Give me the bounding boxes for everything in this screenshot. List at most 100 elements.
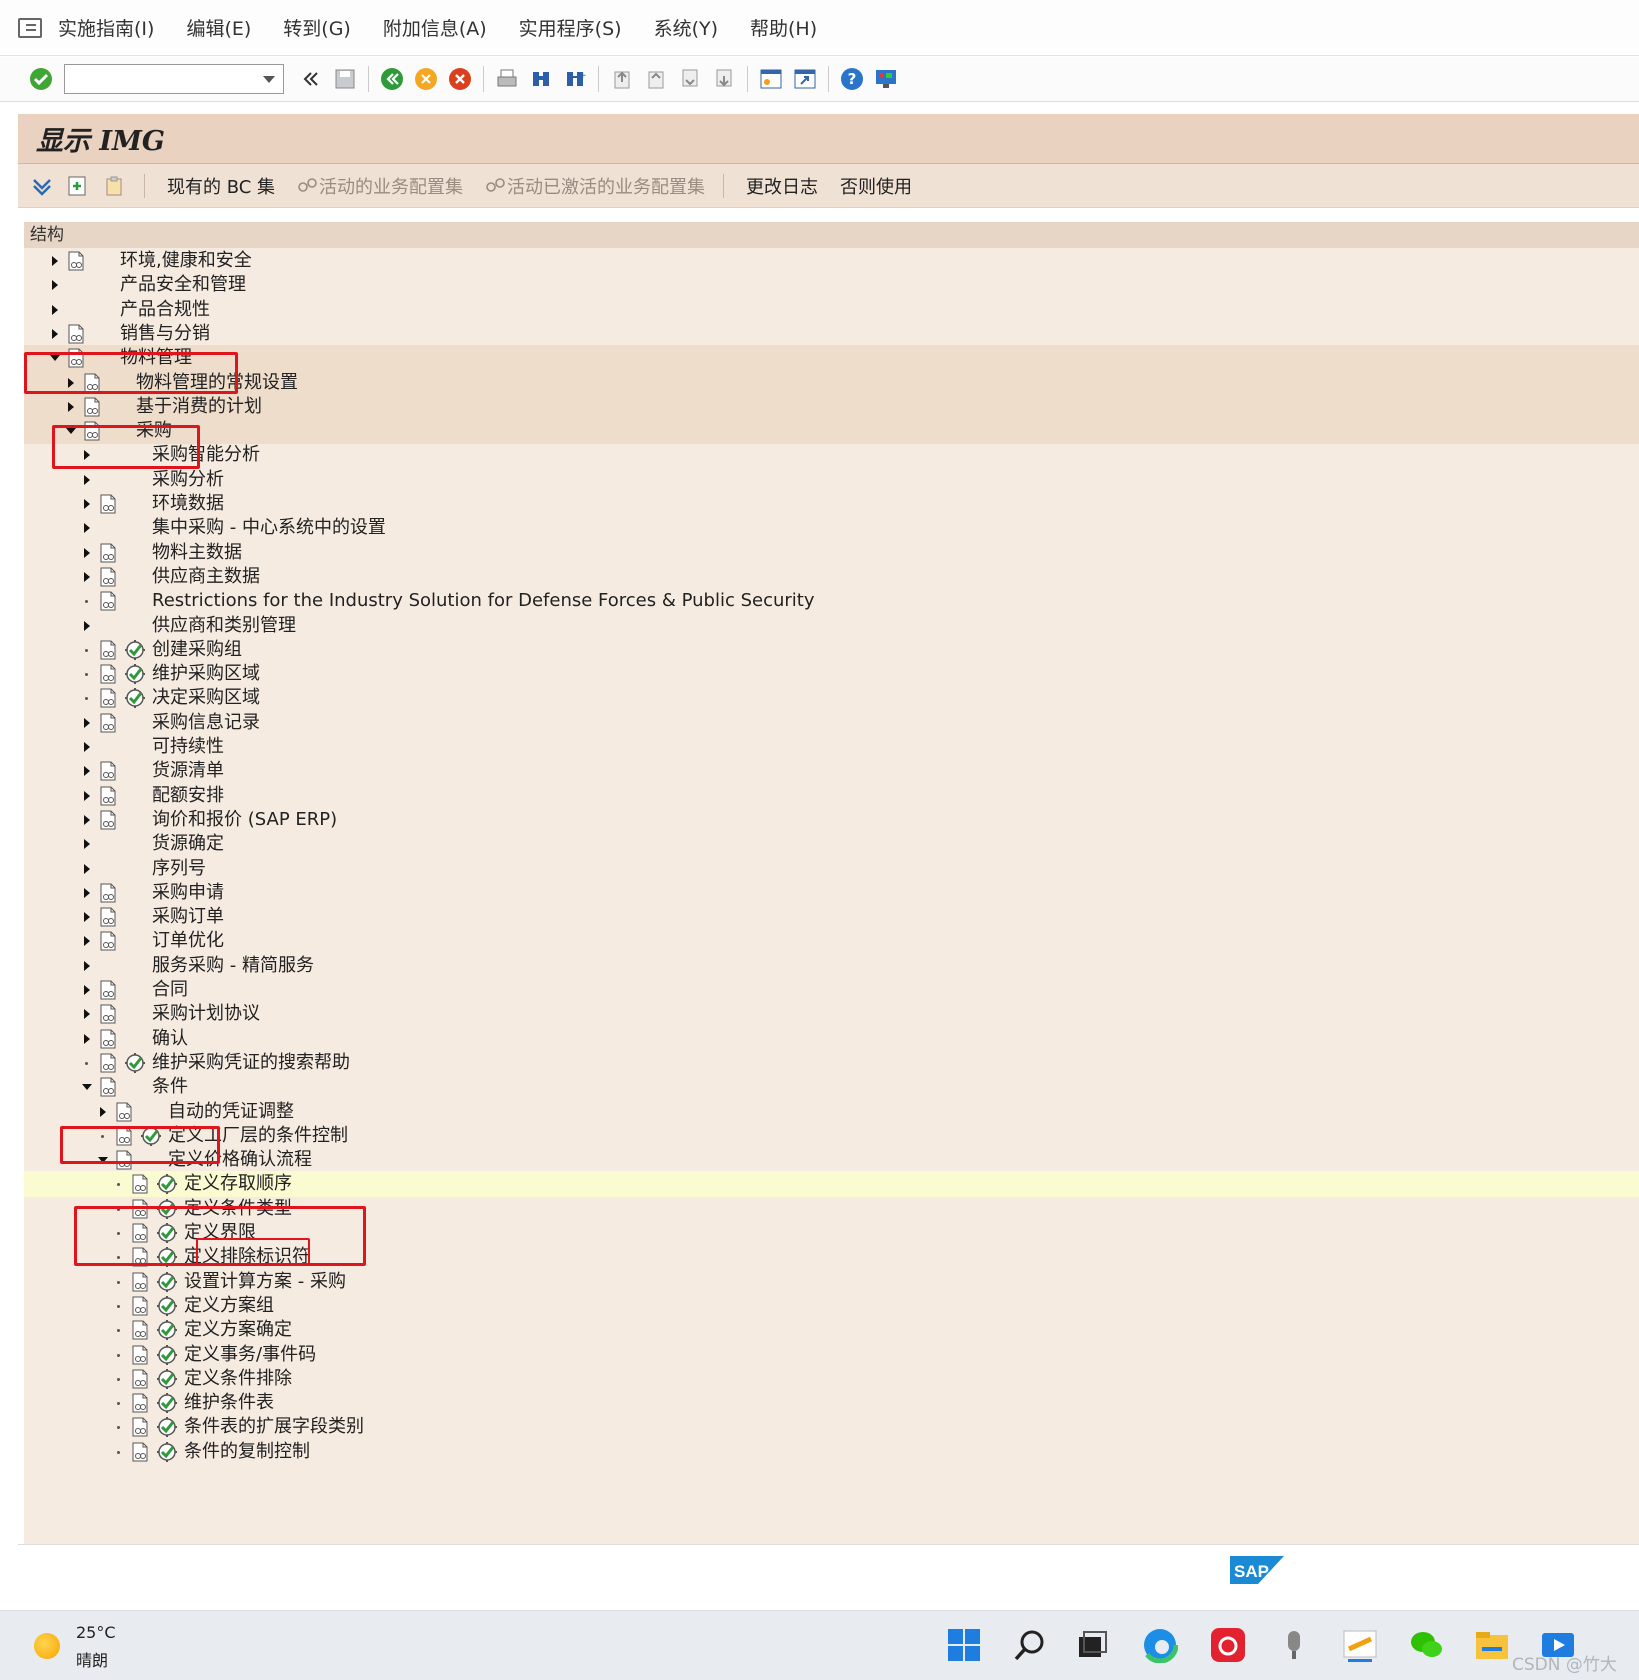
tree-row[interactable]: 自动的凭证调整 [24, 1099, 1639, 1125]
tree-row[interactable]: 询价和报价 (SAP ERP) [24, 807, 1639, 833]
expand-node-icon[interactable] [82, 450, 92, 461]
tree-node-label[interactable]: 环境,健康和安全 [120, 248, 252, 274]
expand-node-icon[interactable] [50, 256, 60, 266]
expand-node-icon[interactable] [82, 499, 92, 509]
tree-node-label[interactable]: 自动的凭证调整 [168, 1099, 294, 1125]
tree-row[interactable]: 物料主数据 [24, 540, 1639, 566]
documentation-icon[interactable] [98, 688, 118, 708]
tree-node-label[interactable]: 定义条件排除 [184, 1366, 292, 1392]
previous-page-icon[interactable] [643, 66, 669, 92]
expand-node-icon[interactable] [82, 474, 92, 485]
expand-all-icon[interactable] [30, 174, 54, 198]
tree-node-label[interactable]: 定义方案组 [184, 1293, 274, 1319]
shortcut-icon[interactable] [792, 66, 818, 92]
find-next-icon[interactable]: + [562, 66, 588, 92]
documentation-icon[interactable] [130, 1369, 150, 1389]
expand-node-icon[interactable] [98, 1106, 108, 1117]
documentation-icon[interactable] [98, 786, 118, 806]
expand-node-icon[interactable] [82, 717, 92, 728]
system-menu-icon[interactable] [18, 17, 42, 38]
tree-row[interactable]: 产品安全和管理 [24, 272, 1639, 298]
documentation-icon[interactable] [98, 543, 118, 563]
execute-activity-icon[interactable] [124, 1052, 146, 1074]
tree-row[interactable]: 条件的复制控制 [24, 1439, 1639, 1465]
help-icon[interactable]: ? [839, 66, 865, 92]
tree-node-label[interactable]: 货源清单 [152, 758, 224, 784]
tree-row[interactable]: 订单优化 [24, 928, 1639, 954]
expand-node-icon[interactable] [82, 547, 92, 558]
tree-row[interactable]: Restrictions for the Industry Solution f… [24, 588, 1639, 614]
tree-node-label[interactable]: 序列号 [152, 856, 206, 882]
tree-node-label[interactable]: 定义存取顺序 [184, 1171, 292, 1197]
tree-node-label[interactable]: 设置计算方案 - 采购 [184, 1269, 346, 1295]
enter-icon[interactable] [28, 66, 54, 92]
save-icon[interactable] [332, 66, 358, 92]
tree-node-label[interactable]: 确认 [152, 1026, 188, 1052]
expand-node-icon[interactable] [82, 936, 92, 947]
execute-activity-icon[interactable] [156, 1344, 178, 1366]
tree-node-label[interactable]: 合同 [152, 977, 188, 1003]
tree-node-label[interactable]: 创建采购组 [152, 637, 242, 663]
execute-activity-icon[interactable] [156, 1392, 178, 1414]
tree-node-label[interactable]: 采购 [136, 418, 172, 444]
tree-node-label[interactable]: 决定采购区域 [152, 685, 260, 711]
tree-node-label[interactable]: 配额安排 [152, 783, 224, 809]
documentation-icon[interactable] [114, 1126, 134, 1146]
tree-node-label[interactable]: 供应商主数据 [152, 564, 260, 590]
expand-node-icon[interactable] [66, 377, 76, 388]
tree-node-label[interactable]: 采购分析 [152, 467, 224, 493]
documentation-icon[interactable] [98, 640, 118, 660]
expand-node-icon[interactable] [82, 1009, 92, 1020]
documentation-icon[interactable] [130, 1393, 150, 1413]
documentation-icon[interactable] [130, 1442, 150, 1462]
sap-logon-icon[interactable] [1340, 1625, 1380, 1665]
tree-row[interactable]: 定义工厂层的条件控制 [24, 1123, 1639, 1149]
tree-row[interactable]: 定义方案确定 [24, 1317, 1639, 1343]
expand-node-icon[interactable] [50, 328, 60, 339]
tree-node-label[interactable]: 条件的复制控制 [184, 1439, 310, 1465]
documentation-icon[interactable] [130, 1247, 150, 1267]
expand-node-icon[interactable] [82, 839, 92, 850]
execute-activity-icon[interactable] [156, 1416, 178, 1438]
documentation-icon[interactable] [98, 591, 118, 611]
tree-node-label[interactable]: 采购申请 [152, 880, 224, 906]
menu-implementation-guide[interactable]: 实施指南(I) [58, 14, 154, 41]
tree-row[interactable]: 维护条件表 [24, 1390, 1639, 1416]
tree-node-label[interactable]: 条件表的扩展字段类别 [184, 1414, 364, 1440]
collapse-node-icon[interactable] [66, 426, 76, 436]
tree-node-label[interactable]: 定义排除标识符 [184, 1244, 310, 1270]
clipboard-icon[interactable] [102, 174, 126, 198]
documentation-icon[interactable] [114, 1150, 134, 1170]
tree-node-label[interactable]: 货源确定 [152, 831, 224, 857]
tree-node-label[interactable]: Restrictions for the Industry Solution f… [152, 588, 815, 614]
tree-row[interactable]: 服务采购 - 精简服务 [24, 953, 1639, 979]
tree-node-label[interactable]: 产品合规性 [120, 297, 210, 323]
expand-node-icon[interactable] [82, 814, 92, 825]
customize-layout-icon[interactable] [873, 66, 899, 92]
tree-row[interactable]: 可持续性 [24, 734, 1639, 760]
tree-row[interactable]: 集中采购 - 中心系统中的设置 [24, 515, 1639, 541]
menu-edit[interactable]: 编辑(E) [186, 14, 251, 41]
documentation-icon[interactable] [98, 931, 118, 951]
tree-row[interactable]: 定义方案组 [24, 1293, 1639, 1319]
collapse-node-icon[interactable] [98, 1155, 108, 1165]
tree-node-label[interactable]: 定义工厂层的条件控制 [168, 1123, 348, 1149]
tree-row[interactable]: 确认 [24, 1026, 1639, 1052]
tree-row[interactable]: 创建采购组 [24, 637, 1639, 663]
menu-system[interactable]: 系统(Y) [654, 14, 718, 41]
execute-activity-icon[interactable] [124, 687, 146, 709]
execute-activity-icon[interactable] [140, 1125, 162, 1147]
documentation-icon[interactable] [98, 810, 118, 830]
tree-row[interactable]: 定义条件排除 [24, 1366, 1639, 1392]
execute-activity-icon[interactable] [156, 1198, 178, 1220]
microphone-app-icon[interactable] [1274, 1625, 1314, 1665]
documentation-icon[interactable] [130, 1417, 150, 1437]
tree-row[interactable]: 序列号 [24, 856, 1639, 882]
tree-node-label[interactable]: 销售与分销 [120, 321, 210, 347]
tree-node-label[interactable]: 环境数据 [152, 491, 224, 517]
expand-node-icon[interactable] [50, 280, 60, 291]
documentation-icon[interactable] [98, 567, 118, 587]
tree-node-label[interactable]: 定义事务/事件码 [184, 1342, 316, 1368]
documentation-icon[interactable] [114, 1102, 134, 1122]
tree-node-label[interactable]: 定义界限 [184, 1220, 256, 1246]
